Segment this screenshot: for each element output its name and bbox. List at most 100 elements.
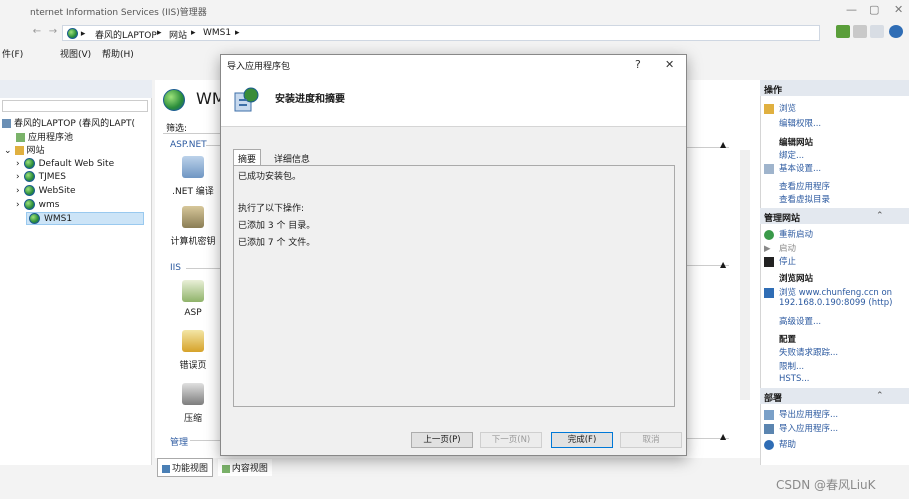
compile-icon	[182, 156, 204, 178]
feature-compression[interactable]: 压缩	[163, 383, 223, 424]
menu-file[interactable]: 件(F)	[2, 47, 23, 60]
features-scrollbar[interactable]	[740, 150, 750, 400]
next-button[interactable]: 下一页(N)	[480, 432, 542, 448]
summary-content: 已成功安装包。 执行了以下操作: 已添加 3 个 目录。 已添加 7 个 文件。	[233, 165, 675, 407]
tree-item-app-pools[interactable]: 应用程序池	[16, 130, 73, 143]
previous-button[interactable]: 上一页(P)	[411, 432, 473, 448]
server-icon	[2, 119, 11, 128]
collapse-icon[interactable]: ⌃	[876, 391, 884, 401]
refresh-icon[interactable]	[836, 25, 850, 38]
play-icon: ▶	[764, 243, 771, 254]
tree-item-wms[interactable]: › wms	[16, 199, 59, 210]
home-icon[interactable]	[870, 25, 884, 38]
chevron-right-icon: ›	[16, 200, 20, 210]
settings-icon	[764, 163, 774, 174]
action-browse-url-line2[interactable]: 192.168.0.190:8099 (http)	[779, 298, 892, 308]
tree-item-wms1[interactable]: WMS1	[26, 212, 144, 225]
tab-features-view[interactable]: 功能视图	[157, 458, 214, 477]
site-globe-icon	[163, 89, 185, 111]
breadcrumb[interactable]: ▸ 春风的LAPTOP ▸ 网站 ▸ WMS1 ▸	[62, 25, 820, 41]
dialog-close-button[interactable]: ✕	[665, 58, 674, 71]
summary-line: 已添加 7 个 文件。	[238, 238, 316, 248]
tree-item-website[interactable]: › WebSite	[16, 185, 76, 196]
menu-help[interactable]: 帮助(H)	[102, 47, 134, 60]
title-bar: nternet Information Services (IIS)管理器 — …	[0, 0, 909, 22]
edit-site-header: 编辑网站	[779, 138, 814, 148]
finish-button[interactable]: 完成(F)	[551, 432, 613, 448]
action-advanced[interactable]: 高级设置...	[779, 315, 821, 327]
connections-header	[0, 80, 152, 98]
browse-icon	[764, 287, 774, 298]
stop-square-icon	[764, 256, 774, 267]
forward-arrow-icon[interactable]: →	[44, 26, 62, 40]
feature-machine-key[interactable]: 计算机密钥	[163, 206, 223, 247]
menu-view[interactable]: 视图(V)	[60, 47, 91, 60]
stop-icon[interactable]	[853, 25, 867, 38]
tab-content-view[interactable]: 内容视图	[217, 459, 272, 476]
features-view-icon	[162, 464, 170, 473]
compression-icon	[182, 383, 204, 405]
manage-site-header: 管理网站	[760, 208, 909, 224]
help-icon[interactable]	[889, 25, 903, 38]
collapse-icon[interactable]: ⌃	[876, 211, 884, 221]
collapse-aspnet-icon[interactable]: ▲	[720, 140, 726, 149]
cancel-button[interactable]: 取消	[620, 432, 682, 448]
action-bindings[interactable]: 绑定...	[779, 149, 804, 161]
globe-icon	[23, 171, 35, 182]
tree-item-default-web-site[interactable]: › Default Web Site	[16, 158, 114, 169]
action-failed-trace[interactable]: 失败请求跟踪...	[779, 346, 838, 358]
collapse-manage-icon[interactable]: ▲	[720, 432, 726, 441]
view-tabs: 功能视图 内容视图	[157, 458, 274, 477]
close-window-button[interactable]: ✕	[894, 3, 903, 16]
window-title: nternet Information Services (IIS)管理器	[30, 8, 207, 18]
tree-item-sites[interactable]: ⌄ 网站	[4, 143, 45, 156]
action-stop[interactable]: 停止	[764, 255, 796, 267]
dialog-help-button[interactable]: ?	[635, 58, 641, 71]
summary-line: 执行了以下操作:	[238, 204, 305, 214]
breadcrumb-machine[interactable]: 春风的LAPTOP	[95, 28, 157, 41]
action-view-apps[interactable]: 查看应用程序	[779, 180, 830, 192]
action-start[interactable]: ▶ 启动	[764, 242, 796, 255]
breadcrumb-sites[interactable]: 网站	[169, 28, 187, 41]
feature-asp[interactable]: ASP	[163, 280, 223, 318]
summary-line: 已添加 3 个 目录。	[238, 221, 316, 231]
chevron-right-icon: ›	[16, 186, 20, 196]
import-package-dialog: 导入应用程序包 ? ✕ 安装进度和摘要 摘要 详细信息 已成功安装包。 执行了以…	[220, 54, 687, 456]
action-restart[interactable]: 重新启动	[764, 228, 813, 240]
configure-header: 配置	[779, 335, 797, 345]
help-icon	[764, 439, 774, 450]
key-icon	[182, 206, 204, 228]
action-limits[interactable]: 限制...	[779, 360, 804, 372]
chevron-down-icon: ⌄	[4, 146, 12, 156]
tree-item-tjmes[interactable]: › TJMES	[16, 171, 66, 182]
connections-search[interactable]	[2, 100, 148, 112]
action-edit-permissions[interactable]: 编辑权限...	[779, 117, 821, 129]
globe-icon	[23, 199, 35, 210]
action-basic-settings[interactable]: 基本设置...	[764, 162, 821, 174]
action-help[interactable]: 帮助	[764, 438, 796, 450]
action-export-app[interactable]: 导出应用程序...	[764, 408, 838, 420]
globe-icon	[29, 213, 40, 224]
globe-icon: ▸	[67, 28, 85, 39]
tree-item-server[interactable]: 春风的LAPTOP (春风的LAPT(	[2, 116, 135, 129]
browse-site-header: 浏览网站	[779, 274, 814, 284]
package-install-icon	[231, 85, 261, 115]
restart-icon	[764, 229, 774, 240]
minimize-button[interactable]: —	[846, 3, 857, 16]
address-bar: ← → ▸ 春风的LAPTOP ▸ 网站 ▸ WMS1 ▸	[0, 22, 909, 44]
collapse-iis-icon[interactable]: ▲	[720, 260, 726, 269]
error-page-icon	[182, 330, 204, 352]
folder-icon	[14, 146, 24, 155]
dialog-title: 导入应用程序包	[227, 62, 291, 72]
action-view-vdirs[interactable]: 查看虚拟目录	[779, 193, 830, 205]
breadcrumb-site[interactable]: WMS1	[203, 28, 231, 38]
feature-net-compile[interactable]: .NET 编译	[163, 156, 223, 197]
action-hsts[interactable]: HSTS...	[779, 374, 809, 384]
action-browse[interactable]: 浏览	[764, 102, 796, 114]
maximize-button[interactable]: ▢	[869, 3, 879, 16]
export-icon	[764, 409, 774, 420]
action-browse-url[interactable]: 浏览 www.chunfeng.ccn on	[764, 286, 892, 298]
import-icon	[764, 423, 774, 434]
action-import-app[interactable]: 导入应用程序...	[764, 422, 838, 434]
feature-error-pages[interactable]: 错误页	[163, 330, 223, 371]
